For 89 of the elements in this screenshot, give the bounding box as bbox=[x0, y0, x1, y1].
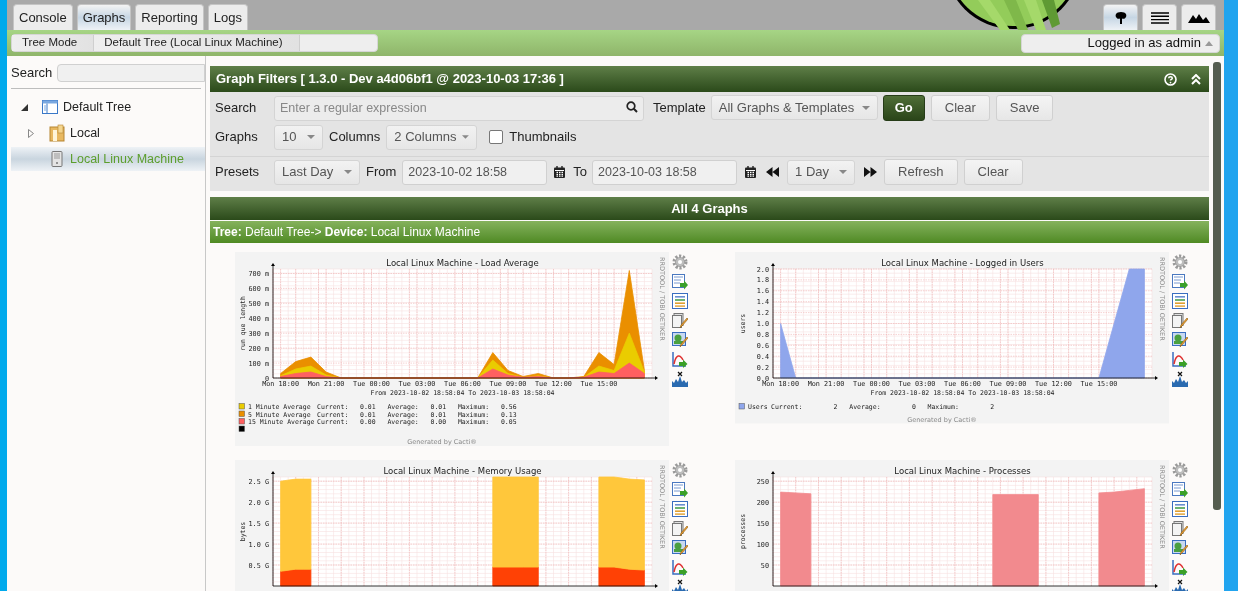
view-button[interactable] bbox=[1103, 4, 1138, 30]
search-field[interactable] bbox=[57, 64, 205, 82]
picture-pencil-icon[interactable] bbox=[672, 540, 689, 556]
nav-tab[interactable]: Reporting bbox=[135, 4, 204, 30]
spike-chart-icon[interactable] bbox=[672, 579, 689, 591]
caret-icon bbox=[344, 170, 352, 174]
list-icon[interactable] bbox=[672, 293, 689, 309]
collapse-icon[interactable] bbox=[1191, 73, 1201, 85]
dropdown[interactable]: 10 bbox=[274, 124, 323, 150]
picture-pencil-icon[interactable] bbox=[1171, 332, 1188, 348]
field-label: From bbox=[366, 163, 397, 182]
checkbox[interactable] bbox=[489, 130, 504, 144]
help-icon[interactable] bbox=[1164, 72, 1177, 86]
action-button[interactable]: Refresh bbox=[884, 159, 958, 185]
section-title: All 4 Graphs bbox=[671, 199, 748, 218]
tree-window-icon bbox=[42, 100, 58, 114]
dropdown[interactable]: Last Day bbox=[274, 159, 360, 185]
breadcrumb-link[interactable]: Tree Mode bbox=[12, 35, 95, 51]
expanded-arrow-icon[interactable] bbox=[21, 103, 28, 111]
mountains-icon bbox=[1187, 12, 1210, 23]
chart-title: Local Linux Machine - Load Average bbox=[386, 258, 539, 268]
tree-icon bbox=[1113, 10, 1128, 25]
caret-icon bbox=[307, 135, 315, 139]
field-label: Search bbox=[215, 98, 258, 117]
document-pencil-icon[interactable] bbox=[1171, 312, 1188, 329]
list-icon[interactable] bbox=[1171, 501, 1188, 517]
fast-forward-icon[interactable] bbox=[864, 167, 878, 177]
action-button[interactable]: Clear bbox=[963, 159, 1023, 185]
nav-tab[interactable]: Console bbox=[13, 4, 73, 30]
date-field[interactable]: 2023-10-03 18:58 bbox=[592, 159, 738, 185]
gear-icon[interactable] bbox=[672, 254, 689, 270]
nav-tab[interactable]: Graphs bbox=[76, 4, 132, 30]
picture-pencil-icon[interactable] bbox=[672, 332, 689, 348]
tree-item[interactable]: Local bbox=[11, 121, 205, 145]
list-icon[interactable] bbox=[1171, 293, 1188, 309]
picture-pencil-icon[interactable] bbox=[1171, 540, 1188, 556]
tree-item-label[interactable]: Local bbox=[70, 123, 100, 143]
caret-icon bbox=[861, 105, 870, 110]
document-pencil-icon[interactable] bbox=[672, 312, 689, 329]
field-label: Template bbox=[653, 98, 706, 117]
action-button[interactable]: Clear bbox=[930, 94, 990, 121]
chart-arrow-icon[interactable] bbox=[672, 351, 689, 368]
document-pencil-icon[interactable] bbox=[1171, 520, 1188, 537]
list-icon[interactable] bbox=[672, 501, 689, 517]
date-field[interactable]: 2023-10-02 18:58 bbox=[402, 159, 548, 185]
collapsed-arrow-icon[interactable] bbox=[28, 128, 34, 138]
calendar-icon[interactable] bbox=[745, 166, 757, 178]
gear-icon[interactable] bbox=[672, 462, 689, 478]
chart-arrow-icon[interactable] bbox=[1171, 351, 1188, 368]
spike-chart-icon[interactable] bbox=[1171, 371, 1188, 387]
field-label: Graphs bbox=[215, 128, 259, 147]
chart-title: Local Linux Machine - Processes bbox=[894, 466, 1031, 476]
field-label: To bbox=[573, 163, 588, 182]
dropdown[interactable]: 1 Day bbox=[787, 159, 856, 185]
field-label: Presets bbox=[215, 163, 261, 182]
caret-icon bbox=[462, 135, 470, 139]
chart-arrow-icon[interactable] bbox=[1171, 559, 1188, 576]
gear-icon[interactable] bbox=[1171, 254, 1188, 270]
chart-title: Local Linux Machine - Memory Usage bbox=[383, 466, 542, 476]
search-label: Search bbox=[11, 64, 53, 83]
folder-icon bbox=[49, 124, 65, 142]
tree-item-label[interactable]: Default Tree bbox=[63, 97, 132, 117]
tree-item[interactable]: Default Tree bbox=[11, 95, 205, 119]
search-icon[interactable] bbox=[626, 101, 638, 113]
dropdown[interactable]: All Graphs & Templates bbox=[710, 95, 878, 120]
panel-title: Graph Filters [ 1.3.0 - Dev a4d06bf1 @ 2023-10-03 17:36 ] bbox=[216, 70, 564, 89]
calendar-icon[interactable] bbox=[554, 166, 566, 178]
server-icon bbox=[51, 151, 63, 167]
scrollbar[interactable] bbox=[1213, 62, 1221, 510]
caret-icon bbox=[839, 170, 848, 174]
chart-title: Local Linux Machine - Logged in Users bbox=[881, 258, 1044, 268]
field-label: Thumbnails bbox=[509, 128, 577, 147]
spike-chart-icon[interactable] bbox=[1171, 579, 1188, 591]
action-button[interactable]: Save bbox=[995, 94, 1054, 121]
view-button[interactable] bbox=[1142, 4, 1177, 30]
search-field[interactable]: Enter a regular expression bbox=[274, 95, 644, 121]
chart-arrow-icon[interactable] bbox=[672, 559, 689, 576]
view-button[interactable] bbox=[1181, 4, 1216, 30]
nav-tab[interactable]: Logs bbox=[207, 4, 248, 30]
spike-chart-icon[interactable] bbox=[672, 371, 689, 387]
field-label: Columns bbox=[329, 128, 381, 147]
dropdown[interactable]: 2 Columns bbox=[386, 124, 478, 150]
caret-icon[interactable] bbox=[1205, 40, 1213, 46]
list-icon bbox=[1150, 11, 1169, 24]
rewind-icon[interactable] bbox=[766, 167, 780, 177]
tree-path: Tree: Default Tree-> Device: Local Linux Machine bbox=[213, 224, 481, 241]
action-button[interactable]: Go bbox=[882, 94, 925, 121]
document-pencil-icon[interactable] bbox=[672, 520, 689, 537]
gear-icon[interactable] bbox=[1171, 462, 1188, 478]
